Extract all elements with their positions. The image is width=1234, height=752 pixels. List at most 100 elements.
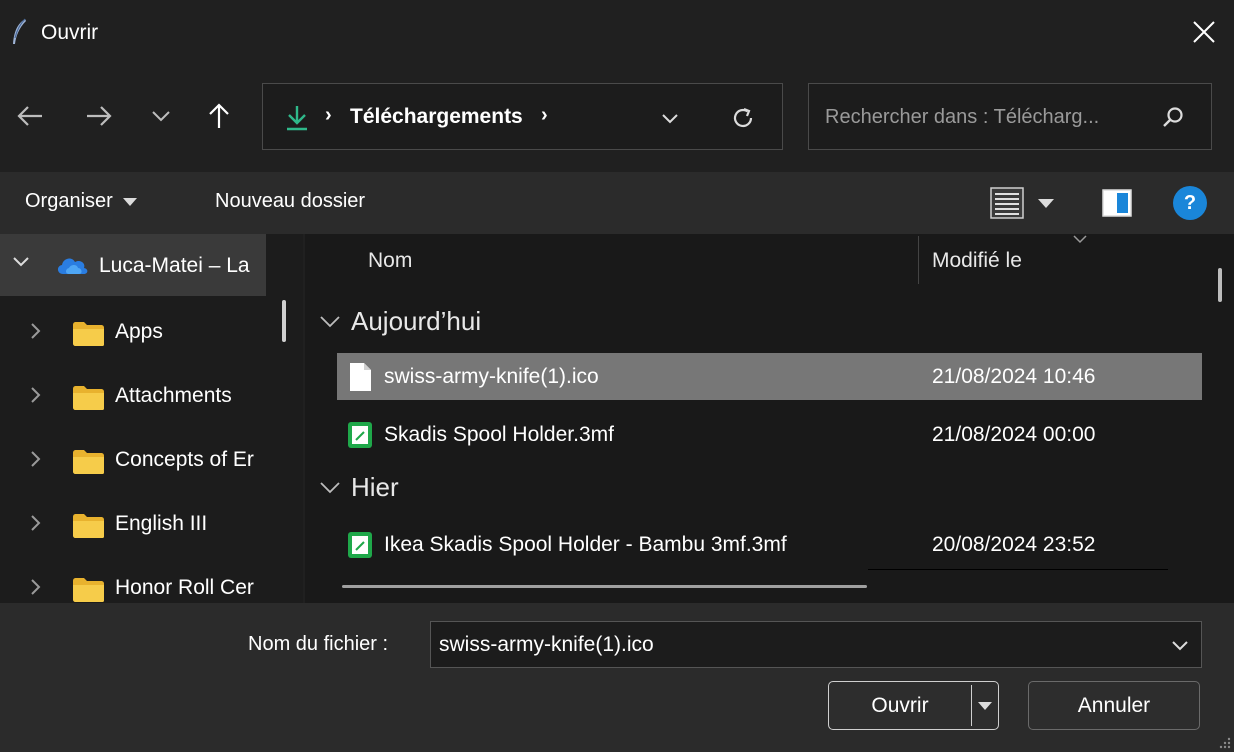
forward-button[interactable] <box>79 96 119 136</box>
details-view-icon <box>990 187 1024 219</box>
tree-item-label: Attachments <box>115 384 232 407</box>
column-header: Nom Modifié le <box>305 234 1205 286</box>
organise-label: Organiser <box>25 190 113 212</box>
change-view-button[interactable] <box>990 186 1065 220</box>
3mf-file-icon <box>348 532 372 558</box>
column-modified-header[interactable]: Modifié le <box>932 249 1022 273</box>
caret-down-icon <box>1038 198 1054 208</box>
file-date: 21/08/2024 00:00 <box>932 423 1096 446</box>
command-bar: Organiser Nouveau dossier ? <box>0 172 1234 234</box>
tree-item-attachments[interactable]: Attachments <box>0 364 266 428</box>
caret-down-icon[interactable] <box>976 694 994 718</box>
tree-item-english[interactable]: English III <box>0 492 266 556</box>
chevron-right-icon <box>31 579 41 595</box>
file-name-panel: Nom du fichier : Ouvrir Annuler <box>0 603 1234 752</box>
folder-icon <box>73 450 104 474</box>
tree-item-label: English III <box>115 512 208 535</box>
search-icon <box>1163 107 1183 127</box>
refresh-icon <box>733 107 753 128</box>
tree-item-label: Honor Roll Cer <box>115 576 254 599</box>
search-box[interactable] <box>808 83 1212 150</box>
tree-item-apps[interactable]: Apps <box>0 300 266 364</box>
chevron-right-icon <box>31 451 41 467</box>
onedrive-cloud-icon <box>57 258 88 274</box>
chevron-right-icon <box>31 515 41 531</box>
resize-grip-icon[interactable] <box>1216 734 1232 750</box>
organise-menu-button[interactable]: Organiser <box>25 190 137 213</box>
chevron-right-icon <box>31 387 41 403</box>
arrow-up-icon <box>209 103 229 128</box>
open-button[interactable]: Ouvrir <box>828 681 999 730</box>
tree-item-honor-roll[interactable]: Honor Roll Cer <box>0 556 266 603</box>
chevron-down-icon <box>320 315 340 327</box>
file-row[interactable]: swiss-army-knife(1).ico 21/08/2024 10:46 <box>337 353 1202 400</box>
split-divider <box>971 685 972 726</box>
breadcrumb-separator[interactable]: › <box>325 104 332 127</box>
folder-icon <box>73 322 104 346</box>
search-input[interactable] <box>825 102 1145 132</box>
chevron-right-icon <box>31 323 41 339</box>
download-icon <box>287 106 307 131</box>
column-divider[interactable] <box>918 236 919 284</box>
tree-item-concepts[interactable]: Concepts of Er <box>0 428 266 492</box>
tree-item-onedrive[interactable]: Luca-Matei – La <box>0 234 266 296</box>
file-name: Ikea Skadis Spool Holder - Bambu 3mf.3mf <box>384 533 787 556</box>
cancel-button[interactable]: Annuler <box>1028 681 1200 730</box>
chevron-down-icon <box>662 113 678 123</box>
group-label: Aujourd’hui <box>351 306 482 336</box>
file-name: swiss-army-knife(1).ico <box>384 365 599 388</box>
group-label: Hier <box>351 472 399 502</box>
blank-file-icon <box>350 363 371 391</box>
breadcrumb-downloads[interactable]: Téléchargements <box>350 105 523 129</box>
sort-caret-icon <box>1073 235 1087 244</box>
caret-down-icon <box>122 197 137 206</box>
breadcrumb-separator[interactable]: › <box>541 104 548 127</box>
chevron-down-icon <box>152 111 170 122</box>
file-row[interactable]: Ikea Skadis Spool Holder - Bambu 3mf.3mf… <box>337 521 1202 568</box>
up-button[interactable] <box>199 96 239 136</box>
back-button[interactable] <box>10 96 50 136</box>
column-name-header[interactable]: Nom <box>368 249 412 273</box>
new-folder-button[interactable]: Nouveau dossier <box>215 190 365 213</box>
file-name-input[interactable] <box>439 632 1139 658</box>
3mf-file-icon <box>348 422 372 448</box>
tree-item-label: Luca-Matei – La <box>99 254 250 277</box>
vertical-scrollbar[interactable] <box>1218 268 1222 302</box>
recent-locations-button[interactable] <box>141 96 181 136</box>
file-name-label: Nom du fichier : <box>248 633 389 655</box>
file-name-dropdown-button[interactable] <box>1169 634 1191 656</box>
title-bar: Ouvrir <box>0 0 1234 64</box>
help-button[interactable]: ? <box>1173 186 1207 220</box>
file-name-combobox[interactable] <box>430 621 1202 668</box>
address-bar[interactable]: › Téléchargements › <box>262 83 783 150</box>
refresh-button[interactable] <box>727 102 759 134</box>
open-button-label: Ouvrir <box>871 694 929 717</box>
folder-icon <box>73 578 104 602</box>
navigation-pane: Luca-Matei – La Apps Attachments Concept… <box>0 234 303 603</box>
tree-item-label: Concepts of Er <box>115 448 254 471</box>
divider <box>868 569 1168 570</box>
chevron-down-icon <box>1172 640 1188 650</box>
cancel-button-label: Annuler <box>1077 694 1151 717</box>
preview-pane-icon[interactable] <box>1102 188 1132 218</box>
chevron-down-icon <box>13 257 29 267</box>
arrow-right-icon <box>87 106 112 126</box>
window-title: Ouvrir <box>41 21 99 44</box>
chevron-down-icon <box>320 481 340 493</box>
close-button[interactable] <box>1174 0 1234 64</box>
file-date: 21/08/2024 10:46 <box>932 365 1096 388</box>
folder-icon <box>73 386 104 410</box>
file-row[interactable]: Skadis Spool Holder.3mf 21/08/2024 00:00 <box>337 411 1202 458</box>
group-header-today[interactable]: Aujourd’hui <box>319 306 481 337</box>
file-list: Nom Modifié le Aujourd’hui swiss-army-kn… <box>305 234 1234 603</box>
folder-icon <box>73 514 104 538</box>
arrow-left-icon <box>17 106 42 126</box>
address-dropdown-button[interactable] <box>656 104 684 132</box>
tree-item-label: Apps <box>115 320 163 343</box>
feather-icon <box>13 18 26 44</box>
close-icon <box>1193 21 1215 43</box>
horizontal-scrollbar[interactable] <box>342 585 867 588</box>
group-header-yesterday[interactable]: Hier <box>319 472 399 503</box>
navigation-scrollbar[interactable] <box>282 300 286 342</box>
file-date: 20/08/2024 23:52 <box>932 533 1096 556</box>
